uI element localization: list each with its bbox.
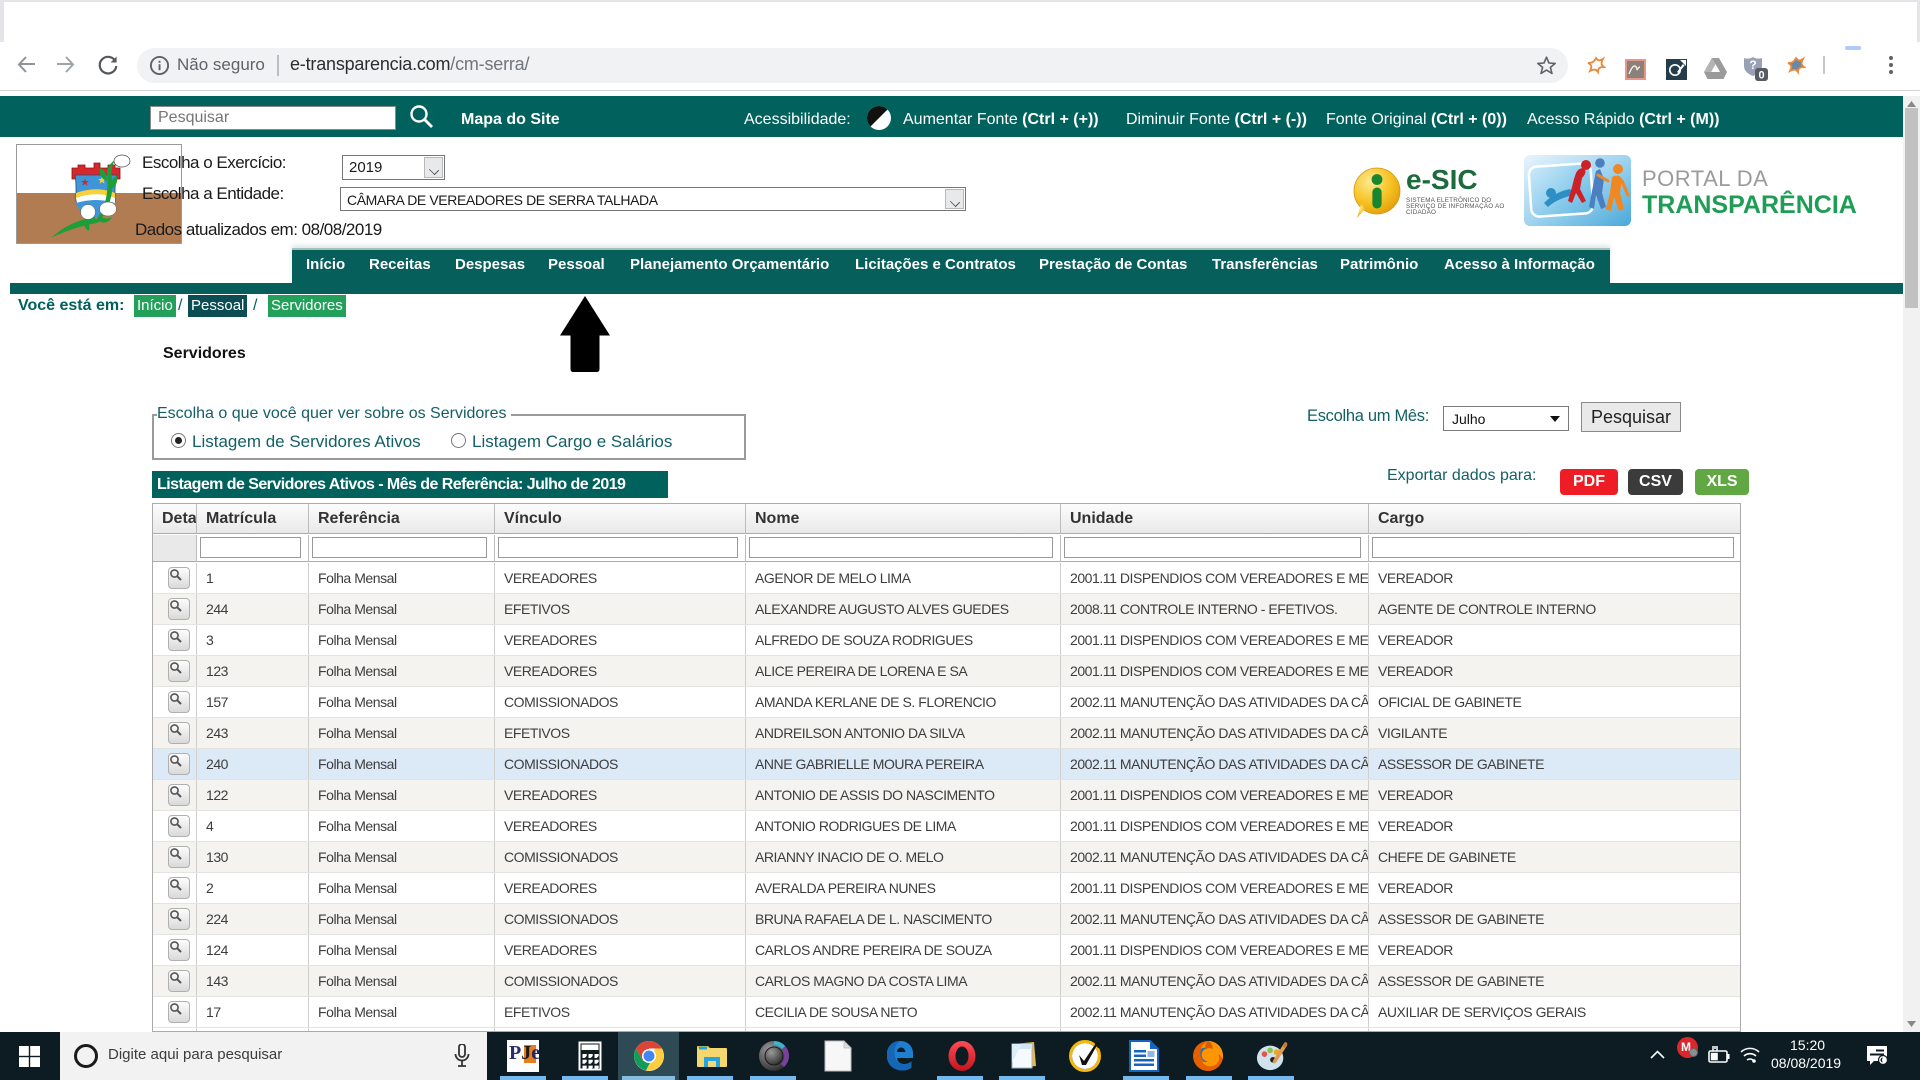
svg-text:0: 0 bbox=[1758, 70, 1764, 82]
